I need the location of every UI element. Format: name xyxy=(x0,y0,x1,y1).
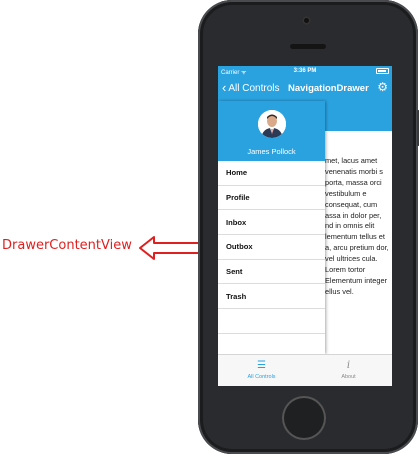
user-name: James Pollock xyxy=(247,147,296,156)
drawer-item-outbox[interactable]: Outbox xyxy=(218,235,325,260)
battery-indicator xyxy=(374,68,389,74)
navigation-drawer: James Pollock Home Profile Inbox Outbox Sent… xyxy=(218,101,325,354)
content-body-text: met, lacus amet venenatis morbi s porta,… xyxy=(325,156,389,296)
home-button[interactable] xyxy=(282,396,326,440)
drawer-item-home[interactable]: Home xyxy=(218,161,325,186)
speaker-grille xyxy=(290,44,326,49)
status-time: 3:36 PM xyxy=(293,68,317,74)
drawer-menu: Home Profile Inbox Outbox Sent Trash xyxy=(218,161,325,334)
tab-about[interactable]: i About xyxy=(305,355,392,386)
back-button-label: All Controls xyxy=(228,82,280,94)
battery-icon xyxy=(376,68,389,74)
drawer-item-profile[interactable]: Profile xyxy=(218,186,325,211)
tab-about-label: About xyxy=(341,374,356,380)
list-icon: ☰ xyxy=(257,360,266,371)
navigation-bar: ‹ All Controls NavigationDrawer ⚙ xyxy=(218,77,392,101)
drawer-header: James Pollock xyxy=(218,101,325,161)
back-button[interactable]: ‹ All Controls xyxy=(222,80,280,95)
tab-bar: ☰ All Controls i About xyxy=(218,354,392,386)
drawer-item-inbox[interactable]: Inbox xyxy=(218,210,325,236)
status-bar: Carrier ᯤ 3:36 PM xyxy=(218,66,392,77)
annotation-arrow-icon xyxy=(139,236,201,260)
app-screen: Carrier ᯤ 3:36 PM ‹ All Controls Navigat… xyxy=(218,66,392,386)
page-title: NavigationDrawer xyxy=(288,83,369,94)
camera-icon xyxy=(302,16,311,25)
user-photo-icon xyxy=(258,110,286,138)
info-icon: i xyxy=(346,360,351,371)
tab-all-controls-label: All Controls xyxy=(247,374,276,380)
avatar[interactable] xyxy=(258,110,286,138)
tab-all-controls[interactable]: ☰ All Controls xyxy=(218,355,305,386)
annotation-label: DrawerContentView xyxy=(2,238,132,253)
drawer-item-sent[interactable]: Sent xyxy=(218,260,325,285)
drawer-item-empty xyxy=(218,309,325,334)
gear-icon[interactable]: ⚙ xyxy=(377,81,388,93)
chevron-left-icon: ‹ xyxy=(222,80,227,95)
drawer-item-trash[interactable]: Trash xyxy=(218,284,325,310)
